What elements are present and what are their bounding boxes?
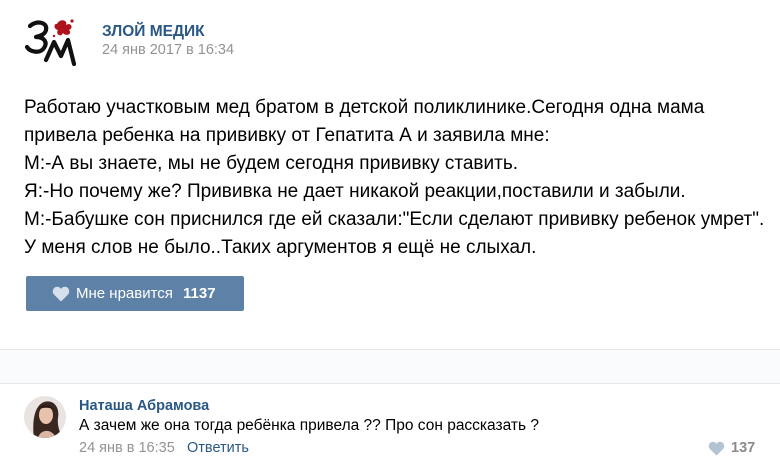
divider (0, 383, 780, 384)
heart-icon (52, 286, 70, 302)
group-logo[interactable] (24, 12, 82, 70)
like-count: 1137 (183, 285, 216, 302)
comment-like-button[interactable]: 137 (708, 439, 755, 457)
post-text-line: Работаю участковым мед братом в детской … (24, 97, 705, 118)
post-text-line: Я:-Но почему же? Прививка не дает никако… (24, 181, 686, 202)
group-name-link[interactable]: ЗЛОЙ МЕДИК (102, 23, 205, 41)
reply-link[interactable]: Ответить (187, 440, 249, 456)
comment-text: А зачем же она тогда ребёнка привела ?? … (79, 417, 539, 434)
avatar[interactable] (24, 396, 66, 438)
post-text-line: М:-Бабушке сон приснился где ей сказали:… (24, 209, 765, 230)
post-text-line: М:-А вы знаете, мы не будем сегодня прив… (24, 153, 518, 174)
comment-like-count: 137 (731, 440, 756, 456)
heart-icon (708, 441, 725, 456)
like-label: Мне нравится (76, 285, 173, 302)
post-date[interactable]: 24 янв 2017 в 16:34 (102, 42, 234, 58)
post-text-line: привела ребенка на прививку от Гепатита … (24, 125, 550, 146)
post-text: Работаю участковым мед братом в детской … (24, 94, 764, 262)
zm-logo-icon (24, 19, 77, 67)
comment-date[interactable]: 24 янв в 16:35 (79, 440, 175, 456)
like-button[interactable]: Мне нравится 1137 (26, 276, 244, 311)
post-text-line: У меня слов не было..Таких аргументов я … (24, 237, 537, 258)
comment-author-link[interactable]: Наташа Абрамова (79, 398, 209, 414)
section-spacer (0, 350, 780, 383)
